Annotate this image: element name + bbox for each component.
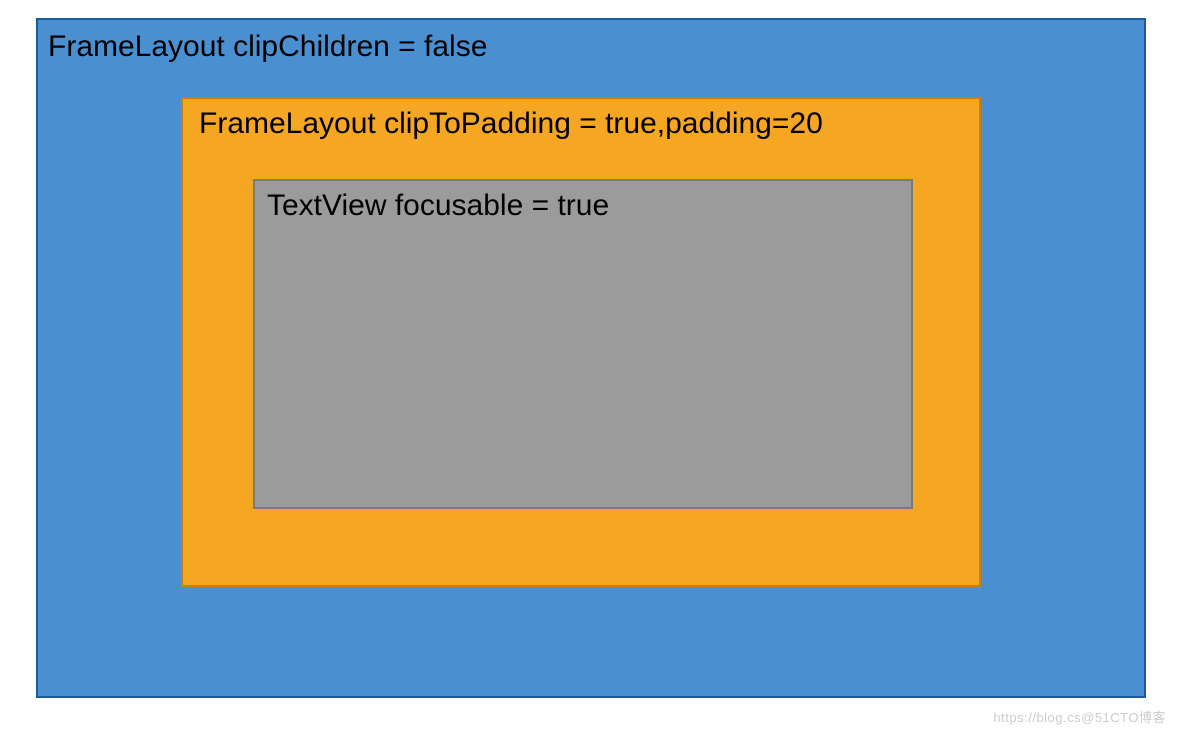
watermark-text: https://blog.cs@51CTO博客 (993, 707, 1166, 726)
middle-framelayout-box: FrameLayout clipToPadding = true,padding… (181, 97, 981, 587)
outer-framelayout-box: FrameLayout clipChildren = false FrameLa… (36, 18, 1146, 698)
outer-framelayout-label: FrameLayout clipChildren = false (48, 30, 487, 64)
inner-textview-box: TextView focusable = true (253, 179, 913, 509)
middle-framelayout-label: FrameLayout clipToPadding = true,padding… (199, 107, 823, 141)
inner-textview-label: TextView focusable = true (267, 189, 609, 223)
